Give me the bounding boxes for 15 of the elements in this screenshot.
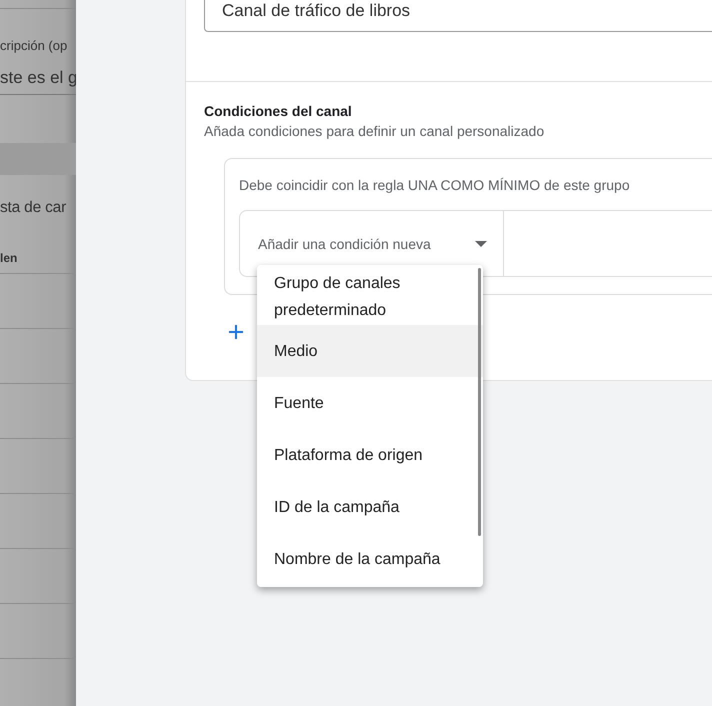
menu-option[interactable]: Medio xyxy=(257,325,483,377)
field-label: cripción (op xyxy=(0,38,68,54)
section-subtitle: Añada condiciones para definir un canal personalizado xyxy=(204,123,546,139)
column-header: len xyxy=(0,251,76,274)
channel-name-field[interactable]: Canal de tráfico de libros xyxy=(204,0,712,32)
menu-option[interactable]: Fuente xyxy=(257,377,483,429)
menu-option[interactable]: Nombre de la campaña xyxy=(257,533,483,585)
section-title: sta de car xyxy=(0,199,68,218)
section-title: Condiciones del canal xyxy=(204,103,353,119)
rule-text: Debe coincidir con la regla UNA COMO MÍNIMO de este grupo xyxy=(239,177,631,193)
menu-option[interactable]: Plataforma de origen xyxy=(257,429,483,481)
dropdown-caret-icon xyxy=(475,240,487,246)
field-value: ste es el g xyxy=(0,68,76,95)
menu-option[interactable]: ID de la campaña xyxy=(257,481,483,533)
plus-icon[interactable] xyxy=(229,325,243,339)
